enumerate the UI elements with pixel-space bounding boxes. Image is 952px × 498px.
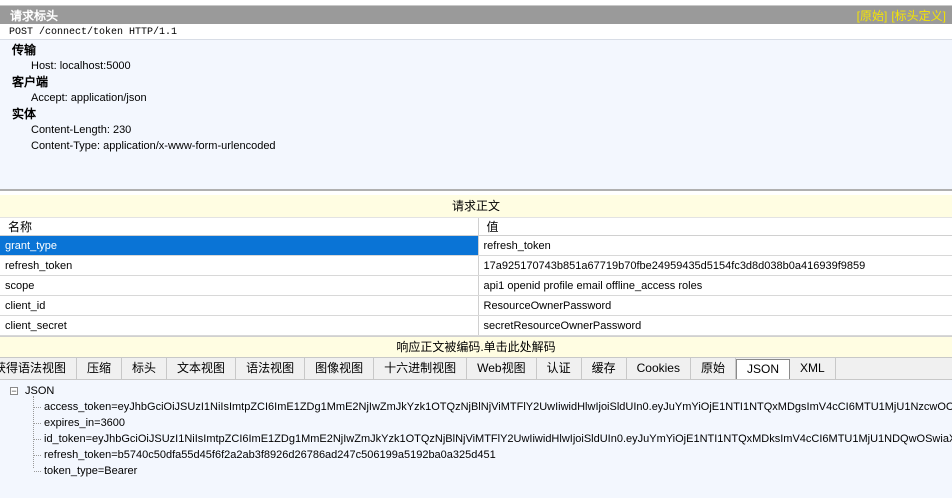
- header-links: [原始] [标头定义]: [853, 7, 946, 24]
- tab-syntax-view[interactable]: 语法视图: [236, 358, 306, 379]
- tab-text-view[interactable]: 文本视图: [167, 358, 237, 379]
- param-value[interactable]: secretResourceOwnerPassword: [478, 315, 952, 336]
- group-entity[interactable]: 实体: [0, 106, 952, 122]
- request-line: POST /connect/token HTTP/1.1: [0, 24, 952, 40]
- column-header-value[interactable]: 值: [478, 218, 952, 236]
- tab-hex-view[interactable]: 十六进制视图: [374, 358, 468, 379]
- param-name[interactable]: refresh_token: [0, 255, 479, 276]
- header-definitions-link[interactable]: [标头定义]: [891, 9, 946, 23]
- tab-caching[interactable]: 缓存: [582, 358, 627, 379]
- json-root-node[interactable]: JSON: [25, 383, 54, 399]
- table-header-row: 名称 值: [0, 218, 952, 236]
- json-node-access-token[interactable]: access_token=eyJhbGciOiJSUzI1NiIsImtpZCI…: [44, 399, 952, 415]
- table-row[interactable]: client_id ResourceOwnerPassword: [0, 295, 952, 316]
- tab-cookies[interactable]: Cookies: [627, 358, 691, 379]
- json-node-refresh-token[interactable]: refresh_token=b5740c50dfa55d45f6f2a2ab3f…: [44, 447, 496, 463]
- headers-panel-spacer: [0, 176, 952, 189]
- decode-response-notice[interactable]: 响应正文被编码.单击此处解码: [0, 336, 952, 357]
- tree-branch: [34, 471, 41, 472]
- param-name[interactable]: client_id: [0, 295, 479, 316]
- table-row[interactable]: client_secret secretResourceOwnerPasswor…: [0, 315, 952, 336]
- tab-xml[interactable]: XML: [790, 358, 836, 379]
- tab-image-view[interactable]: 图像视图: [305, 358, 375, 379]
- param-value[interactable]: refresh_token: [478, 235, 952, 256]
- column-header-name[interactable]: 名称: [0, 218, 479, 236]
- param-value[interactable]: api1 openid profile email offline_access…: [478, 275, 952, 296]
- json-tree: − JSON access_token=eyJhbGciOiJSUzI1NiIs…: [0, 380, 952, 498]
- header-content-type[interactable]: Content-Type: application/x-www-form-url…: [0, 138, 952, 154]
- table-row[interactable]: scope api1 openid profile email offline_…: [0, 275, 952, 296]
- tree-branch: [34, 423, 41, 424]
- group-client[interactable]: 客户端: [0, 74, 952, 90]
- webforms-table: 名称 值 grant_type refresh_token refresh_to…: [0, 218, 952, 336]
- json-node-id-token[interactable]: id_token=eyJhbGciOiJSUzI1NiIsImtpZCI6ImE…: [44, 431, 952, 447]
- collapse-icon[interactable]: −: [10, 387, 18, 396]
- response-inspector-tabs: 获得语法视图 压缩 标头 文本视图 语法视图 图像视图 十六进制视图 Web视图…: [0, 357, 952, 380]
- tab-json[interactable]: JSON: [735, 359, 790, 379]
- header-host[interactable]: Host: localhost:5000: [0, 58, 952, 74]
- group-transport[interactable]: 传输: [0, 42, 952, 58]
- tab-auth[interactable]: 认证: [537, 358, 582, 379]
- header-content-length[interactable]: Content-Length: 230: [0, 122, 952, 138]
- tab-get-syntax-view[interactable]: 获得语法视图: [0, 358, 78, 379]
- tab-transformer[interactable]: 压缩: [77, 358, 123, 379]
- tree-branch: [34, 439, 41, 440]
- table-row[interactable]: grant_type refresh_token: [0, 235, 952, 256]
- json-node-token-type[interactable]: token_type=Bearer: [44, 463, 137, 479]
- request-headers-bar: 请求标头 [原始] [标头定义]: [0, 6, 952, 24]
- param-name[interactable]: grant_type: [0, 235, 479, 256]
- param-value[interactable]: 17a925170743b851a67719b70fbe24959435d515…: [478, 255, 952, 276]
- header-accept[interactable]: Accept: application/json: [0, 90, 952, 106]
- param-value[interactable]: ResourceOwnerPassword: [478, 295, 952, 316]
- json-node-expires-in[interactable]: expires_in=3600: [44, 415, 125, 431]
- tree-branch: [34, 455, 41, 456]
- raw-link[interactable]: [原始]: [857, 9, 888, 23]
- request-body-title: 请求正文: [0, 195, 952, 218]
- request-headers-title: 请求标头: [10, 8, 59, 23]
- tree-branch: [34, 407, 41, 408]
- tab-raw[interactable]: 原始: [691, 358, 736, 379]
- tab-headers[interactable]: 标头: [122, 358, 168, 379]
- tab-web-view[interactable]: Web视图: [467, 358, 537, 379]
- table-row[interactable]: refresh_token 17a925170743b851a67719b70f…: [0, 255, 952, 276]
- headers-panel: 传输 Host: localhost:5000 客户端 Accept: appl…: [0, 40, 952, 176]
- param-name[interactable]: scope: [0, 275, 479, 296]
- param-name[interactable]: client_secret: [0, 315, 479, 336]
